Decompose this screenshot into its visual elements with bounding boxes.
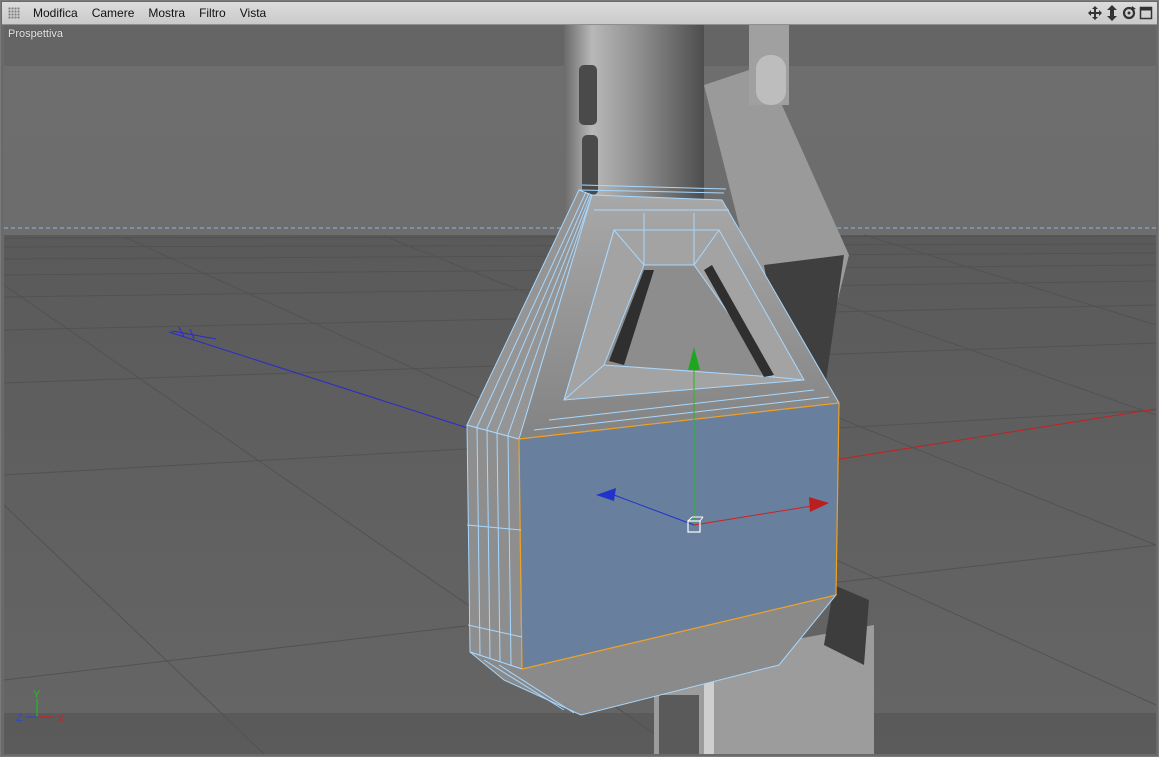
grip-icon[interactable] xyxy=(8,7,20,19)
menu-mostra[interactable]: Mostra xyxy=(141,2,192,24)
maximize-view-icon[interactable] xyxy=(1139,5,1153,21)
axis-z-label: Z xyxy=(16,712,23,724)
viewport-nav-icons xyxy=(1088,5,1153,21)
rotate-view-icon[interactable] xyxy=(1122,5,1136,21)
perspective-viewport[interactable]: Y Z X Prospettiva xyxy=(4,25,1156,754)
menu-camere[interactable]: Camere xyxy=(85,2,142,24)
viewport-window: Modifica Camere Mostra Filtro Vista Y Z … xyxy=(0,0,1159,757)
viewport-bottom-band xyxy=(4,713,1156,754)
axis-x-label: X xyxy=(57,713,65,725)
viewport-menubar: Modifica Camere Mostra Filtro Vista xyxy=(2,2,1157,25)
move-view-icon[interactable] xyxy=(1088,5,1102,21)
menu-filtro[interactable]: Filtro xyxy=(192,2,233,24)
dolly-view-icon[interactable] xyxy=(1105,5,1119,21)
scene-canvas[interactable]: Y Z X xyxy=(4,25,1156,754)
axis-y-label: Y xyxy=(33,689,41,701)
menu-modifica[interactable]: Modifica xyxy=(26,2,85,24)
viewport-name-label: Prospettiva xyxy=(8,28,64,40)
menu-vista[interactable]: Vista xyxy=(233,2,273,24)
